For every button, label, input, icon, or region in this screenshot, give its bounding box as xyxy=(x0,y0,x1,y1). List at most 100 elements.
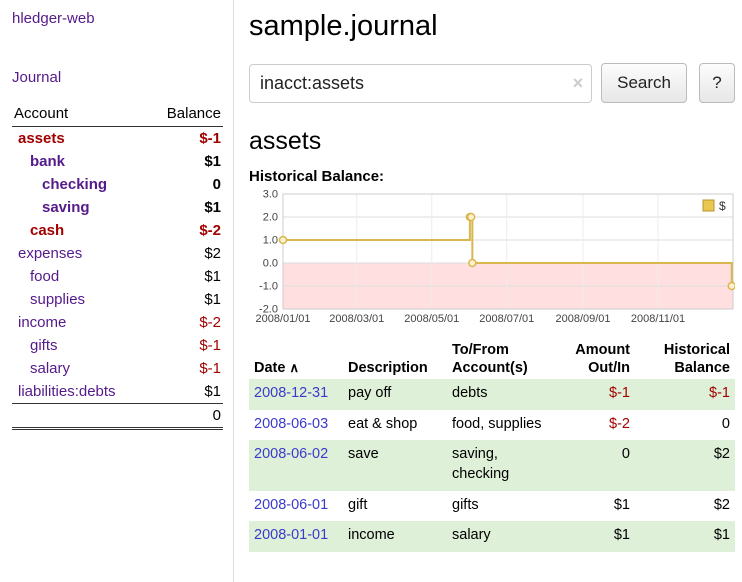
x-axis-tick-label: 2008/03/01 xyxy=(329,313,384,325)
chart-title: Historical Balance: xyxy=(249,168,735,185)
account-link-expenses[interactable]: expenses xyxy=(18,245,82,262)
accounts-total-row: 0 xyxy=(12,404,223,429)
x-axis-tick-label: 2008/07/01 xyxy=(479,313,534,325)
sidebar-item-journal[interactable]: Journal xyxy=(12,69,223,86)
chart-point xyxy=(280,237,287,244)
chart-point xyxy=(469,260,476,267)
accounts-total-balance: 0 xyxy=(148,404,223,429)
transaction-description: income xyxy=(343,521,447,552)
account-row: salary $-1 xyxy=(12,357,223,380)
transaction-date-link[interactable]: 2008-06-03 xyxy=(254,416,328,432)
y-axis-tick-label: -1.0 xyxy=(259,281,278,293)
clear-search-icon[interactable]: × xyxy=(573,73,584,94)
transaction-description: save xyxy=(343,440,447,490)
account-link-bank[interactable]: bank xyxy=(30,153,65,170)
y-axis-tick-label: 2.0 xyxy=(263,212,278,224)
register-header-amount: Amount Out/In xyxy=(557,339,635,379)
account-link-salary[interactable]: salary xyxy=(30,360,70,377)
chart-point xyxy=(468,214,475,221)
account-title: assets xyxy=(249,127,735,156)
transaction-amount: $1 xyxy=(557,521,635,552)
transaction-description: eat & shop xyxy=(343,410,447,441)
register-header-row: Date ∧ Description To/From Account(s) Am… xyxy=(249,339,735,379)
x-axis-tick-label: 2008/05/01 xyxy=(404,313,459,325)
account-row: cash $-2 xyxy=(12,219,223,242)
account-link-assets[interactable]: assets xyxy=(18,130,65,147)
account-row: supplies $1 xyxy=(12,288,223,311)
account-link-gifts[interactable]: gifts xyxy=(30,337,58,354)
register-row[interactable]: 2008-01-01 income salary $1 $1 xyxy=(249,521,735,552)
account-balance: $1 xyxy=(148,288,223,311)
transaction-accounts: saving, checking xyxy=(447,440,557,490)
register-header-balance: Historical Balance xyxy=(635,339,735,379)
transaction-date-link[interactable]: 2008-06-01 xyxy=(254,497,328,513)
account-row: gifts $-1 xyxy=(12,334,223,357)
main-content: sample.journal × Search ? assets Histori… xyxy=(249,0,735,552)
accounts-header-row: Account Balance xyxy=(12,102,223,127)
transaction-balance: $2 xyxy=(635,440,735,490)
help-button[interactable]: ? xyxy=(699,63,735,103)
page-title: sample.journal xyxy=(249,10,735,43)
account-link-liabilities-debts[interactable]: liabilities:debts xyxy=(18,383,116,400)
accounts-header-balance: Balance xyxy=(148,102,223,127)
transaction-accounts: debts xyxy=(447,379,557,410)
transaction-amount: $1 xyxy=(557,491,635,522)
register-table: Date ∧ Description To/From Account(s) Am… xyxy=(249,339,735,552)
search-form: × Search ? xyxy=(249,63,735,103)
transaction-balance: $2 xyxy=(635,491,735,522)
x-axis-tick-label: 2008/11/01 xyxy=(631,313,685,325)
search-input[interactable] xyxy=(249,64,592,103)
x-axis-tick-label: 2008/01/01 xyxy=(255,313,310,325)
account-balance: 0 xyxy=(148,173,223,196)
account-balance: $-2 xyxy=(148,311,223,334)
transaction-date-link[interactable]: 2008-01-01 xyxy=(254,527,328,543)
register-header-description: Description xyxy=(343,339,447,379)
transaction-balance: $1 xyxy=(635,521,735,552)
transaction-balance: 0 xyxy=(635,410,735,441)
account-row: bank $1 xyxy=(12,150,223,173)
legend-label: $ xyxy=(719,199,726,213)
transaction-amount: $-2 xyxy=(557,410,635,441)
y-axis-tick-label: 0.0 xyxy=(263,258,278,270)
search-button[interactable]: Search xyxy=(601,63,687,103)
account-row: expenses $2 xyxy=(12,242,223,265)
account-link-checking[interactable]: checking xyxy=(42,176,107,193)
account-row: food $1 xyxy=(12,265,223,288)
transaction-date-link[interactable]: 2008-06-02 xyxy=(254,446,328,462)
transaction-amount: 0 xyxy=(557,440,635,490)
account-link-supplies[interactable]: supplies xyxy=(30,291,85,308)
transaction-accounts: food, supplies xyxy=(447,410,557,441)
register-header-accounts: To/From Account(s) xyxy=(447,339,557,379)
account-balance: $-1 xyxy=(148,357,223,380)
sort-ascending-icon: ∧ xyxy=(289,360,299,375)
account-balance: $1 xyxy=(148,380,223,404)
transaction-description: pay off xyxy=(343,379,447,410)
account-balance: $1 xyxy=(148,196,223,219)
account-link-food[interactable]: food xyxy=(30,268,59,285)
register-row[interactable]: 2008-06-02 save saving, checking 0 $2 xyxy=(249,440,735,490)
register-row[interactable]: 2008-06-03 eat & shop food, supplies $-2… xyxy=(249,410,735,441)
account-link-income[interactable]: income xyxy=(18,314,66,331)
transaction-date-link[interactable]: 2008-12-31 xyxy=(254,385,328,401)
transaction-description: gift xyxy=(343,491,447,522)
transaction-accounts: salary xyxy=(447,521,557,552)
account-link-saving[interactable]: saving xyxy=(42,199,90,216)
register-row[interactable]: 2008-06-01 gift gifts $1 $2 xyxy=(249,491,735,522)
y-axis-tick-label: 1.0 xyxy=(263,235,278,247)
transaction-balance: $-1 xyxy=(635,379,735,410)
account-balance: $-1 xyxy=(148,334,223,357)
account-row: assets $-1 xyxy=(12,127,223,151)
search-box: × xyxy=(249,64,592,103)
transaction-amount: $-1 xyxy=(557,379,635,410)
register-header-date[interactable]: Date ∧ xyxy=(249,339,343,379)
account-balance: $2 xyxy=(148,242,223,265)
x-axis-tick-label: 2008/09/01 xyxy=(555,313,610,325)
account-row: liabilities:debts $1 xyxy=(12,380,223,404)
sidebar: hledger-web Journal Account Balance asse… xyxy=(0,0,234,582)
app-title-link[interactable]: hledger-web xyxy=(12,10,223,27)
register-row[interactable]: 2008-12-31 pay off debts $-1 $-1 xyxy=(249,379,735,410)
account-balance: $1 xyxy=(148,265,223,288)
accounts-table: Account Balance assets $-1 bank $1 check… xyxy=(12,102,223,430)
account-link-cash[interactable]: cash xyxy=(30,222,64,239)
account-balance: $-2 xyxy=(148,219,223,242)
